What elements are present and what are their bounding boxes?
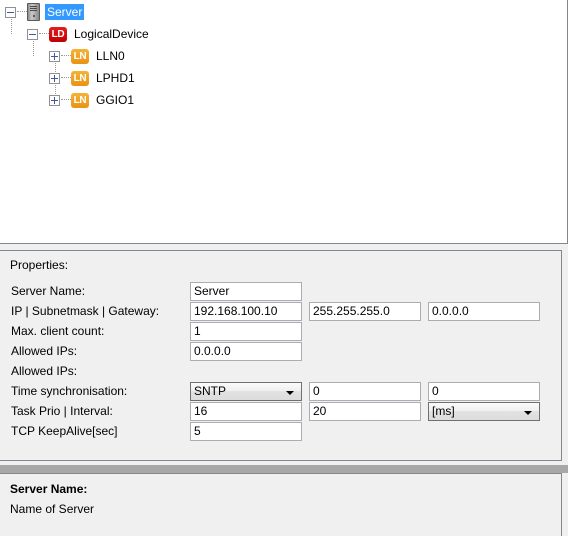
time-sync-param2-input[interactable]: 0: [428, 382, 540, 401]
max-client-count-input[interactable]: 1: [190, 322, 302, 341]
property-label: IP | Subnetmask | Gateway:: [11, 304, 160, 318]
tree-node-label[interactable]: GGIO1: [94, 92, 136, 108]
ld-badge-icon: LD: [49, 26, 67, 42]
chevron-down-icon: [286, 391, 294, 395]
tree-connector-dots: [61, 55, 71, 57]
description-title: Server Name:: [10, 482, 88, 496]
panel-splitter[interactable]: [0, 465, 568, 473]
server-configuration-window: Server LD LogicalDevice LN LLN0 LN LPHD1: [0, 0, 568, 536]
task-interval-unit-value: [ms]: [432, 404, 455, 418]
collapse-expander-icon[interactable]: [5, 6, 16, 18]
time-sync-param1-input[interactable]: 0: [309, 382, 421, 401]
tree-node-server[interactable]: Server: [5, 1, 85, 23]
gateway-input[interactable]: 0.0.0.0: [428, 302, 540, 321]
property-label: Time synchronisation:: [11, 384, 128, 398]
description-panel: Server Name: Name of Server: [0, 473, 562, 536]
property-label: Allowed IPs:: [11, 344, 78, 358]
tree-node-lln0[interactable]: LN LLN0: [49, 45, 127, 67]
tree-node-ggio1[interactable]: LN GGIO1: [49, 89, 136, 111]
tree-node-lphd1[interactable]: LN LPHD1: [49, 67, 137, 89]
properties-panel: Properties: Server Name: Server IP | Sub…: [0, 250, 562, 461]
tree-connector-dots: [39, 33, 49, 35]
server-icon: [27, 3, 40, 21]
tree-node-label[interactable]: LLN0: [94, 48, 127, 64]
time-sync-dropdown[interactable]: SNTP: [190, 382, 302, 401]
expand-expander-icon[interactable]: [49, 94, 60, 106]
tree-connector-dots: [17, 11, 27, 13]
server-name-input[interactable]: Server: [190, 282, 302, 301]
property-label: Task Prio | Interval:: [11, 404, 113, 418]
device-tree-panel[interactable]: Server LD LogicalDevice LN LLN0 LN LPHD1: [0, 0, 568, 244]
tree-connector-dots: [61, 99, 71, 101]
ip-address-input[interactable]: 192.168.100.10: [190, 302, 302, 321]
tree-connector-dots: [61, 77, 71, 79]
expand-expander-icon[interactable]: [49, 50, 60, 62]
property-label: Max. client count:: [11, 324, 105, 338]
collapse-expander-icon[interactable]: [27, 28, 38, 40]
task-interval-input[interactable]: 20: [309, 402, 421, 421]
chevron-down-icon: [524, 411, 532, 415]
expand-expander-icon[interactable]: [49, 72, 60, 84]
tree-node-logicaldevice[interactable]: LD LogicalDevice: [27, 23, 151, 45]
task-prio-input[interactable]: 16: [190, 402, 302, 421]
property-label: Server Name:: [11, 284, 86, 298]
ln-badge-icon: LN: [71, 92, 89, 108]
allowed-ips-input-1[interactable]: 0.0.0.0: [190, 342, 302, 361]
ln-badge-icon: LN: [71, 70, 89, 86]
description-text: Name of Server: [10, 502, 95, 516]
tree-node-label[interactable]: Server: [45, 4, 85, 20]
ln-badge-icon: LN: [71, 48, 89, 64]
subnetmask-input[interactable]: 255.255.255.0: [309, 302, 421, 321]
properties-title: Properties:: [10, 258, 69, 272]
tree-node-label[interactable]: LPHD1: [94, 70, 137, 86]
property-label: Allowed IPs:: [11, 364, 78, 378]
tree-node-label[interactable]: LogicalDevice: [72, 26, 151, 42]
tcp-keepalive-input[interactable]: 5: [190, 422, 302, 441]
time-sync-dropdown-value: SNTP: [194, 384, 227, 398]
task-interval-unit-dropdown[interactable]: [ms]: [428, 402, 540, 421]
property-label: TCP KeepAlive[sec]: [11, 424, 118, 438]
